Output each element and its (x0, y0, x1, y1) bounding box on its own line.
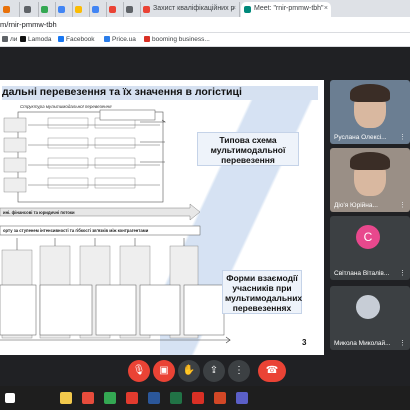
diagram-mid-label: ині. фінансові та юридичні потоки (3, 210, 75, 215)
browser-tab[interactable] (0, 2, 20, 17)
browser-tab[interactable] (89, 2, 107, 17)
browser-tab[interactable] (106, 2, 124, 17)
tab-favicon-icon (92, 6, 99, 13)
participant-hair (350, 84, 390, 102)
bookmark-label: Lamoda (28, 36, 52, 43)
teams-app[interactable] (236, 392, 248, 404)
mic-off-icon: 🎙 (132, 365, 146, 376)
tab-label: Захист кваліфікаційних р (153, 5, 235, 12)
slide-callout-bottom: Форми взаємодії учасників при мультимода… (222, 270, 302, 314)
browser-tab[interactable]: Meet: "rnir-pmmw-tbh" × (241, 2, 331, 17)
windows-start-icon[interactable] (5, 393, 15, 403)
tab-favicon-icon (41, 6, 48, 13)
slide-page-number: 3 (302, 338, 307, 347)
participant-hair (350, 152, 390, 170)
tab-favicon-icon (143, 6, 150, 13)
pdf-app[interactable] (192, 392, 204, 404)
present-icon: ⇪ (209, 365, 219, 376)
tab-close-icon[interactable]: × (324, 5, 328, 12)
diagram-top-label: Структура мультимодальної перевезення (20, 104, 112, 109)
bookmarks-bar: ли Lamoda Facebook Price.ua booming business… (0, 33, 410, 47)
more-button[interactable]: ⋮ (228, 360, 250, 382)
tab-favicon-icon (24, 6, 31, 13)
bookmark-label: Price.ua (112, 36, 136, 43)
meet-controls-bar: 🎙 ▣ ✋ ⇪ ⋮ ☎ (0, 356, 410, 386)
bookmark-item[interactable]: Lamoda (20, 36, 52, 43)
tab-label: Meet: "rnir-pmmw-tbh" (254, 5, 324, 12)
bookmark-label: Facebook (66, 36, 95, 43)
tab-favicon-icon (3, 6, 10, 13)
address-bar[interactable]: m/rnir-pmmw-tbh (0, 17, 410, 33)
media-player-app[interactable] (82, 392, 94, 404)
present-button[interactable]: ⇪ (203, 360, 225, 382)
participant-tile[interactable]: С Світлана Віталів... ⋮ (330, 216, 410, 280)
bookmark-item[interactable]: booming business... (144, 36, 210, 43)
participant-avatar: С (356, 225, 380, 249)
bookmark-favicon-icon (144, 36, 150, 42)
bookmark-label: ли (10, 36, 18, 43)
browser-tab[interactable] (72, 2, 90, 17)
bookmark-item[interactable]: Price.ua (104, 36, 136, 43)
browser-tab[interactable]: Захист кваліфікаційних р × (140, 2, 240, 17)
word-app[interactable] (148, 392, 160, 404)
participants-panel: Руслана Олексі... ⋮ Діо'я Юрійна... ⋮ С Світл… (330, 80, 410, 360)
bookmark-favicon-icon (58, 36, 64, 42)
chrome-app[interactable] (104, 392, 116, 404)
tab-favicon-icon (126, 6, 133, 13)
opera-app[interactable] (126, 392, 138, 404)
camera-off-button[interactable]: ▣ (153, 360, 175, 382)
participant-menu-icon[interactable]: ⋮ (399, 339, 406, 347)
url-text[interactable]: m/rnir-pmmw-tbh (0, 20, 57, 29)
powerpoint-app[interactable] (214, 392, 226, 404)
participant-menu-icon[interactable]: ⋮ (399, 201, 406, 209)
bookmark-favicon-icon (104, 36, 110, 42)
participant-name: Руслана Олексі... (334, 134, 387, 141)
browser-tab[interactable] (21, 2, 39, 17)
transport-rows (3, 117, 166, 193)
bookmark-label: booming business... (152, 36, 210, 43)
diagram-bottom-label: орту за ступенем інтенсивності та гібкос… (3, 228, 149, 233)
tab-favicon-icon (75, 6, 82, 13)
presentation-slide: дальні перевезення та їх значення в логі… (0, 80, 324, 355)
participant-tile[interactable]: Діо'я Юрійна... ⋮ (330, 148, 410, 212)
tab-favicon-icon (244, 6, 251, 13)
camera-off-icon: ▣ (159, 365, 169, 376)
bookmark-favicon-icon (2, 36, 8, 42)
tab-close-icon[interactable]: × (232, 5, 236, 12)
participant-menu-icon[interactable]: ⋮ (399, 269, 406, 277)
slide-callout-top: Типова схема мультимодальної перевезення (197, 132, 299, 166)
participant-tile[interactable]: Микола Миколай... ⋮ (330, 286, 410, 350)
file-explorer-app[interactable] (60, 392, 72, 404)
mic-off-button[interactable]: 🎙 (128, 360, 150, 382)
browser-tab[interactable] (123, 2, 141, 17)
participant-menu-icon[interactable]: ⋮ (399, 133, 406, 141)
bookmark-item[interactable]: Facebook (58, 36, 95, 43)
phone-hangup-icon: ☎ (265, 365, 279, 376)
bookmark-item[interactable]: ли (2, 36, 17, 43)
participant-tile[interactable]: Руслана Олексі... ⋮ (330, 80, 410, 144)
participant-name: Микола Миколай... (334, 340, 391, 347)
browser-tab[interactable] (38, 2, 56, 17)
browser-tab[interactable] (55, 2, 73, 17)
participant-photo-avatar (356, 295, 380, 319)
participant-name: Діо'я Юрійна... (334, 202, 378, 209)
raise-hand-button[interactable]: ✋ (178, 360, 200, 382)
interaction-forms (0, 238, 231, 344)
bookmark-favicon-icon (20, 36, 26, 42)
browser-tab-strip: Захист кваліфікаційних р × Meet: "rnir-pmm… (0, 0, 410, 17)
windows-taskbar (0, 386, 410, 410)
hand-icon: ✋ (182, 365, 196, 376)
leave-call-button[interactable]: ☎ (258, 360, 286, 382)
more-icon: ⋮ (234, 365, 244, 376)
tab-favicon-icon (58, 6, 65, 13)
excel-app[interactable] (170, 392, 182, 404)
participant-name: Світлана Віталів... (334, 270, 390, 277)
tab-favicon-icon (109, 6, 116, 13)
